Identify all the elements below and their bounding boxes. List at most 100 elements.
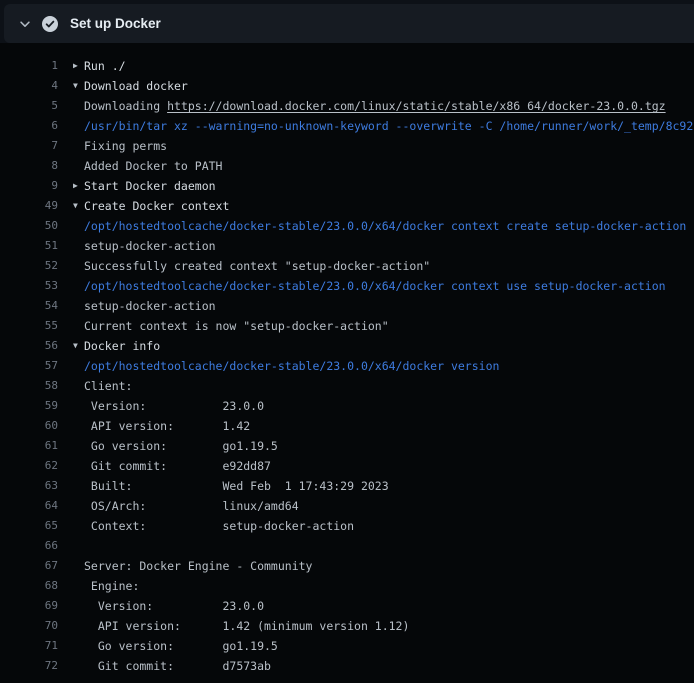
- line-number[interactable]: 60: [0, 416, 58, 436]
- line-number[interactable]: 63: [0, 476, 58, 496]
- log-text[interactable]: Start Docker daemon: [84, 176, 694, 196]
- log-segment: Start Docker daemon: [84, 179, 216, 193]
- line-number[interactable]: 51: [0, 236, 58, 256]
- log-text: Context: setup-docker-action: [84, 516, 694, 536]
- log-row: 58 Client:: [0, 376, 694, 396]
- arrow-spacer: [58, 516, 84, 536]
- line-number[interactable]: 59: [0, 396, 58, 416]
- log-row: 70 API version: 1.42 (minimum version 1.…: [0, 616, 694, 636]
- log-rows: 1▶Run ./4▼Download docker5Downloading ht…: [0, 56, 694, 676]
- log-link[interactable]: https://download.docker.com/linux/static…: [167, 99, 666, 113]
- line-number[interactable]: 49: [0, 196, 58, 216]
- log-segment: setup-docker-action: [84, 299, 216, 313]
- log-row: 8 Added Docker to PATH: [0, 156, 694, 176]
- arrow-spacer: [58, 316, 84, 336]
- line-number[interactable]: 57: [0, 356, 58, 376]
- log-segment: Added Docker to PATH: [84, 159, 222, 173]
- log-segment: Downloading: [84, 99, 167, 113]
- line-number[interactable]: 52: [0, 256, 58, 276]
- log-text: Downloading https://download.docker.com/…: [84, 96, 694, 116]
- log-text: Engine:: [84, 576, 694, 596]
- collapse-arrow-icon[interactable]: ▼: [58, 336, 84, 356]
- log-segment: Context: setup-docker-action: [84, 519, 354, 533]
- step-title: Set up Docker: [70, 16, 161, 31]
- log-text: API version: 1.42 (minimum version 1.12): [84, 616, 694, 636]
- log-row: 63 Built: Wed Feb 1 17:43:29 2023: [0, 476, 694, 496]
- log-text: Client:: [84, 376, 694, 396]
- line-number[interactable]: 53: [0, 276, 58, 296]
- line-number[interactable]: 56: [0, 336, 58, 356]
- arrow-spacer: [58, 376, 84, 396]
- line-number[interactable]: 64: [0, 496, 58, 516]
- log-text: Go version: go1.19.5: [84, 436, 694, 456]
- line-number[interactable]: 70: [0, 616, 58, 636]
- line-number[interactable]: 1: [0, 56, 58, 76]
- log-segment: Create Docker context: [84, 199, 229, 213]
- log-row: 61 Go version: go1.19.5: [0, 436, 694, 456]
- log-row: 53/opt/hostedtoolcache/docker-stable/23.…: [0, 276, 694, 296]
- collapse-arrow-icon[interactable]: ▼: [58, 76, 84, 96]
- line-number[interactable]: 7: [0, 136, 58, 156]
- log-segment: /opt/hostedtoolcache/docker-stable/23.0.…: [84, 359, 499, 373]
- log-text[interactable]: Run ./: [84, 56, 694, 76]
- arrow-spacer: [58, 256, 84, 276]
- log-row: 71 Go version: go1.19.5: [0, 636, 694, 656]
- log-segment: Go version: go1.19.5: [84, 439, 278, 453]
- line-number[interactable]: 55: [0, 316, 58, 336]
- line-number[interactable]: 61: [0, 436, 58, 456]
- line-number[interactable]: 65: [0, 516, 58, 536]
- expand-arrow-icon[interactable]: ▶: [58, 56, 84, 76]
- log-text[interactable]: Download docker: [84, 76, 694, 96]
- log-segment: Run ./: [84, 59, 126, 73]
- arrow-spacer: [58, 156, 84, 176]
- line-number[interactable]: 8: [0, 156, 58, 176]
- log-text[interactable]: Docker info: [84, 336, 694, 356]
- line-number[interactable]: 5: [0, 96, 58, 116]
- log-row: 59 Version: 23.0.0: [0, 396, 694, 416]
- line-number[interactable]: 4: [0, 76, 58, 96]
- chevron-down-icon[interactable]: [17, 16, 33, 32]
- line-number[interactable]: 67: [0, 556, 58, 576]
- line-number[interactable]: 69: [0, 596, 58, 616]
- line-number[interactable]: 50: [0, 216, 58, 236]
- log-text: /usr/bin/tar xz --warning=no-unknown-key…: [84, 116, 694, 136]
- line-number[interactable]: 54: [0, 296, 58, 316]
- log-text: /opt/hostedtoolcache/docker-stable/23.0.…: [84, 356, 694, 376]
- arrow-spacer: [58, 496, 84, 516]
- log-text[interactable]: Create Docker context: [84, 196, 694, 216]
- log-row: 65 Context: setup-docker-action: [0, 516, 694, 536]
- log-row: 7Fixing perms: [0, 136, 694, 156]
- expand-arrow-icon[interactable]: ▶: [58, 176, 84, 196]
- log-segment: Built: Wed Feb 1 17:43:29 2023: [84, 479, 389, 493]
- arrow-spacer: [58, 216, 84, 236]
- log-row: 50/opt/hostedtoolcache/docker-stable/23.…: [0, 216, 694, 236]
- check-circle-icon: [42, 16, 58, 32]
- step-header[interactable]: Set up Docker: [4, 4, 694, 43]
- log-row: 72 Git commit: d7573ab: [0, 656, 694, 676]
- line-number[interactable]: 62: [0, 456, 58, 476]
- arrow-spacer: [58, 416, 84, 436]
- log-text: /opt/hostedtoolcache/docker-stable/23.0.…: [84, 276, 694, 296]
- log-row: 9▶Start Docker daemon: [0, 176, 694, 196]
- line-number[interactable]: 66: [0, 536, 58, 556]
- line-number[interactable]: 58: [0, 376, 58, 396]
- log-segment: Current context is now "setup-docker-act…: [84, 319, 389, 333]
- log-text: setup-docker-action: [84, 296, 694, 316]
- line-number[interactable]: 9: [0, 176, 58, 196]
- log-segment: Successfully created context "setup-dock…: [84, 259, 430, 273]
- log-text: /opt/hostedtoolcache/docker-stable/23.0.…: [84, 216, 694, 236]
- log-text: Git commit: e92dd87: [84, 456, 694, 476]
- line-number[interactable]: 6: [0, 116, 58, 136]
- line-number[interactable]: 68: [0, 576, 58, 596]
- arrow-spacer: [58, 356, 84, 376]
- collapse-arrow-icon[interactable]: ▼: [58, 196, 84, 216]
- line-number[interactable]: 72: [0, 656, 58, 676]
- line-number[interactable]: 71: [0, 636, 58, 656]
- log-text: API version: 1.42: [84, 416, 694, 436]
- log-segment: Version: 23.0.0: [84, 599, 264, 613]
- log-row: 49▼Create Docker context: [0, 196, 694, 216]
- log-row: 64 OS/Arch: linux/amd64: [0, 496, 694, 516]
- log-segment: Client:: [84, 379, 132, 393]
- log-container: 1▶Run ./4▼Download docker5Downloading ht…: [0, 43, 694, 683]
- arrow-spacer: [58, 636, 84, 656]
